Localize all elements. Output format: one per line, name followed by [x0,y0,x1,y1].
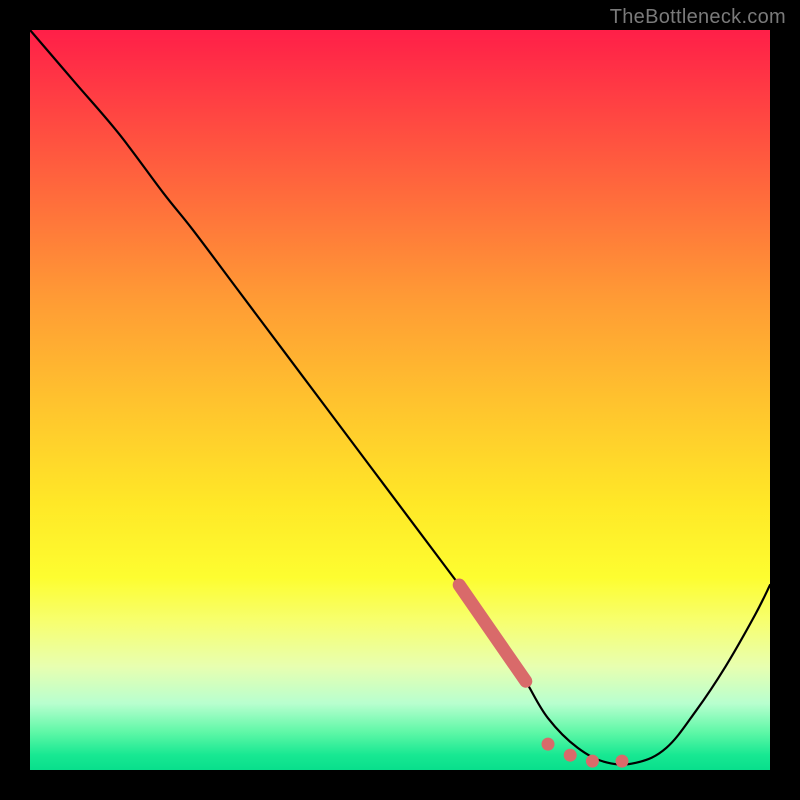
bottleneck-curve [30,30,770,765]
chart-frame [30,30,770,770]
accent-dot [564,749,577,762]
chart-svg [30,30,770,770]
watermark-text: TheBottleneck.com [610,6,786,29]
accent-dot [542,738,555,751]
accent-dot [616,755,629,768]
accent-dot [586,755,599,768]
accent-segment [459,585,526,681]
